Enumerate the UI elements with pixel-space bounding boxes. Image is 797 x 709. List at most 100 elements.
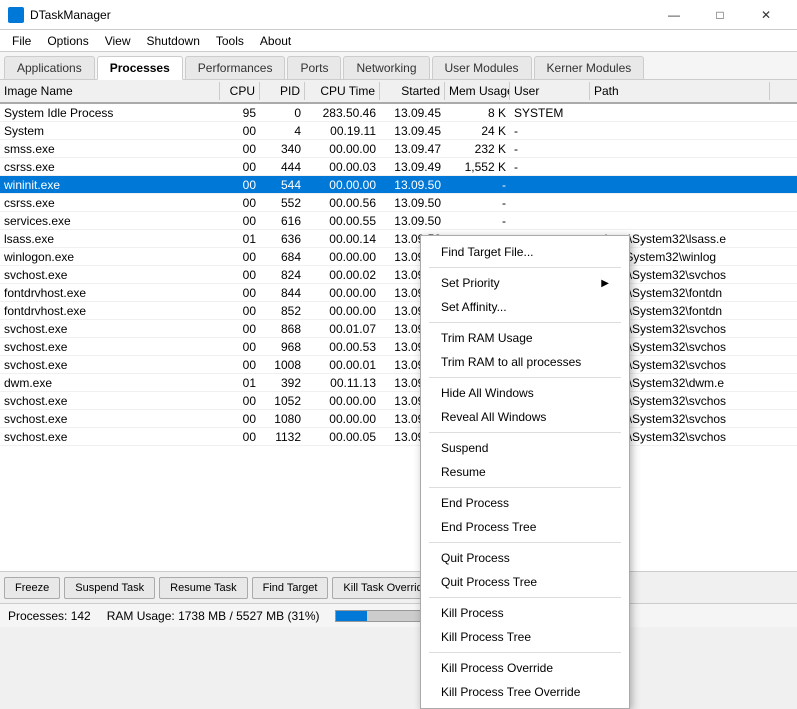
context-menu: Find Target File... Set Priority▶Set Affi… xyxy=(420,235,630,709)
table-body[interactable]: System Idle Process950283.50.4613.09.458… xyxy=(0,104,797,571)
tab-ports[interactable]: Ports xyxy=(287,56,341,79)
table-row[interactable]: fontdrvhost.exe0084400.00.0013.09.50-ndo… xyxy=(0,284,797,302)
cell-name: System Idle Process xyxy=(0,105,220,121)
ctx-item-kill-process-override[interactable]: Kill Process Override xyxy=(421,656,629,680)
menu-item-options[interactable]: Options xyxy=(39,32,96,50)
cell-name: csrss.exe xyxy=(0,195,220,211)
col-header-mem-usage[interactable]: Mem Usage xyxy=(445,82,510,100)
col-header-pid[interactable]: PID xyxy=(260,82,305,100)
table-row[interactable]: svchost.exe0096800.00.5313.09.50-ndows\S… xyxy=(0,338,797,356)
table-row[interactable]: dwm.exe0139200.11.1313.09.50-ndows\Syste… xyxy=(0,374,797,392)
ctx-item-reveal-all-windows[interactable]: Reveal All Windows xyxy=(421,405,629,429)
tab-applications[interactable]: Applications xyxy=(4,56,95,79)
cell-name: svchost.exe xyxy=(0,339,220,355)
minimize-button[interactable]: — xyxy=(651,0,697,30)
table-row[interactable]: svchost.exe00113200.00.0513.09.51-ndows\… xyxy=(0,428,797,446)
ram-usage: RAM Usage: 1738 MB / 5527 MB (31%) xyxy=(107,609,320,623)
table-row[interactable]: System00400.19.1113.09.4524 K- xyxy=(0,122,797,140)
cell-cputime: 00.00.53 xyxy=(305,339,380,355)
table-row[interactable]: wininit.exe0054400.00.0013.09.50- xyxy=(0,176,797,194)
table-row[interactable]: csrss.exe0044400.00.0313.09.491,552 K- xyxy=(0,158,797,176)
col-header-started[interactable]: Started xyxy=(380,82,445,100)
cell-cpu: 00 xyxy=(220,393,260,409)
ctx-item-hide-all-windows[interactable]: Hide All Windows xyxy=(421,381,629,405)
ctx-item-trim-ram-usage[interactable]: Trim RAM Usage xyxy=(421,326,629,350)
cell-name: svchost.exe xyxy=(0,411,220,427)
cell-name: svchost.exe xyxy=(0,267,220,283)
table-row[interactable]: lsass.exe0163600.00.1413.09.50-ndows\Sys… xyxy=(0,230,797,248)
table-row[interactable]: winlogon.exe0068400.00.0013.09.50-dows\S… xyxy=(0,248,797,266)
cell-user xyxy=(510,184,590,186)
table-row[interactable]: csrss.exe0055200.00.5613.09.50- xyxy=(0,194,797,212)
table-row[interactable]: svchost.exe00100800.00.0113.09.50-ndows\… xyxy=(0,356,797,374)
toolbar-btn-resume-task[interactable]: Resume Task xyxy=(159,577,247,599)
col-header-image-name[interactable]: Image Name xyxy=(0,82,220,100)
toolbar-btn-find-target[interactable]: Find Target xyxy=(252,577,329,599)
col-header-user[interactable]: User xyxy=(510,82,590,100)
cell-cpu: 00 xyxy=(220,411,260,427)
table-row[interactable]: svchost.exe0086800.01.0713.09.50-ndows\S… xyxy=(0,320,797,338)
menu-item-tools[interactable]: Tools xyxy=(208,32,252,50)
cell-cputime: 00.19.11 xyxy=(305,123,380,139)
toolbar-btn-freeze[interactable]: Freeze xyxy=(4,577,60,599)
ctx-item-resume[interactable]: Resume xyxy=(421,460,629,484)
tab-kerner-modules[interactable]: Kerner Modules xyxy=(534,56,645,79)
menu-item-file[interactable]: File xyxy=(4,32,39,50)
table-row[interactable]: svchost.exe0082400.00.0213.09.50-ndows\S… xyxy=(0,266,797,284)
cell-cpu: 00 xyxy=(220,357,260,373)
cell-cputime: 00.00.02 xyxy=(305,267,380,283)
cell-cpu: 00 xyxy=(220,285,260,301)
cell-user: - xyxy=(510,141,590,157)
cell-pid: 552 xyxy=(260,195,305,211)
cell-pid: 1080 xyxy=(260,411,305,427)
table-row[interactable]: services.exe0061600.00.5513.09.50- xyxy=(0,212,797,230)
menu-item-about[interactable]: About xyxy=(252,32,299,50)
cell-cpu: 00 xyxy=(220,339,260,355)
table-row[interactable]: smss.exe0034000.00.0013.09.47232 K- xyxy=(0,140,797,158)
cell-path xyxy=(590,202,770,204)
cell-pid: 544 xyxy=(260,177,305,193)
ctx-item-set-priority[interactable]: Set Priority▶ xyxy=(421,271,629,295)
cell-path xyxy=(590,184,770,186)
ctx-item-suspend[interactable]: Suspend xyxy=(421,436,629,460)
cell-path xyxy=(590,148,770,150)
ctx-item-trim-ram-to-all-processes[interactable]: Trim RAM to all processes xyxy=(421,350,629,374)
ctx-item-kill-process[interactable]: Kill Process xyxy=(421,601,629,625)
ctx-item-set-affinity-[interactable]: Set Affinity... xyxy=(421,295,629,319)
table-row[interactable]: svchost.exe00108000.00.0013.09.51-ndows\… xyxy=(0,410,797,428)
menu-item-shutdown[interactable]: Shutdown xyxy=(139,32,208,50)
cell-cpu: 00 xyxy=(220,159,260,175)
cell-pid: 844 xyxy=(260,285,305,301)
table-row[interactable]: svchost.exe00105200.00.0013.09.51-ndows\… xyxy=(0,392,797,410)
ctx-item-end-process-tree[interactable]: End Process Tree xyxy=(421,515,629,539)
cell-pid: 684 xyxy=(260,249,305,265)
cell-cputime: 00.11.13 xyxy=(305,375,380,391)
tab-performances[interactable]: Performances xyxy=(185,56,286,79)
cell-cpu: 00 xyxy=(220,195,260,211)
ctx-separator xyxy=(429,377,621,378)
table-row[interactable]: System Idle Process950283.50.4613.09.458… xyxy=(0,104,797,122)
tab-processes[interactable]: Processes xyxy=(97,56,183,80)
ctx-item-find-target-file-[interactable]: Find Target File... xyxy=(421,240,629,264)
tab-networking[interactable]: Networking xyxy=(343,56,429,79)
maximize-button[interactable]: □ xyxy=(697,0,743,30)
cell-cputime: 00.00.00 xyxy=(305,177,380,193)
ctx-item-end-process[interactable]: End Process xyxy=(421,491,629,515)
cell-name: svchost.exe xyxy=(0,429,220,445)
tab-user-modules[interactable]: User Modules xyxy=(432,56,532,79)
col-header-cpu-time[interactable]: CPU Time xyxy=(305,82,380,100)
table-row[interactable]: fontdrvhost.exe0085200.00.0013.09.50-ndo… xyxy=(0,302,797,320)
status-bar: Processes: 142 RAM Usage: 1738 MB / 5527… xyxy=(0,603,797,627)
toolbar-btn-suspend-task[interactable]: Suspend Task xyxy=(64,577,155,599)
menu-item-view[interactable]: View xyxy=(97,32,139,50)
close-button[interactable]: ✕ xyxy=(743,0,789,30)
ctx-item-kill-process-tree-override[interactable]: Kill Process Tree Override xyxy=(421,680,629,704)
menu-bar: FileOptionsViewShutdownToolsAbout xyxy=(0,30,797,52)
ctx-item-quit-process[interactable]: Quit Process xyxy=(421,546,629,570)
cell-cputime: 00.00.05 xyxy=(305,429,380,445)
col-header-cpu[interactable]: CPU xyxy=(220,82,260,100)
cell-pid: 868 xyxy=(260,321,305,337)
col-header-path[interactable]: Path xyxy=(590,82,770,100)
ctx-item-quit-process-tree[interactable]: Quit Process Tree xyxy=(421,570,629,594)
ctx-item-kill-process-tree[interactable]: Kill Process Tree xyxy=(421,625,629,649)
